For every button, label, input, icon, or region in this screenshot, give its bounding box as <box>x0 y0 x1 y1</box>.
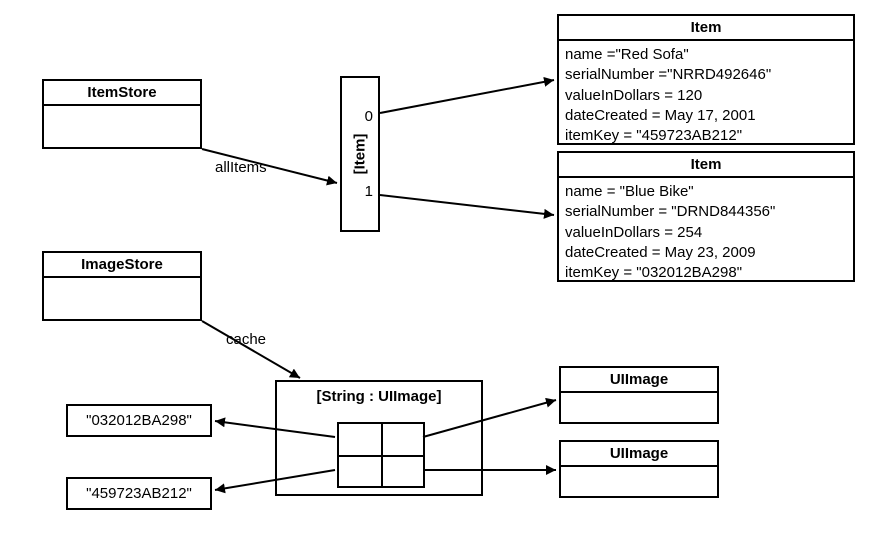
class-box-itemstore: ItemStore <box>42 79 202 149</box>
class-body <box>561 467 717 475</box>
key-box-0: "032012BA298" <box>66 404 212 437</box>
key-box-1: "459723AB212" <box>66 477 212 510</box>
array-label: [Item] <box>352 134 369 175</box>
prop-key: itemKey = "459723AB212" <box>565 126 847 146</box>
class-body <box>561 393 717 401</box>
arrow-array0-to-item0 <box>380 80 554 113</box>
class-box-uiimage-0: UIImage <box>559 366 719 424</box>
prop-date: dateCreated = May 17, 2001 <box>565 106 847 126</box>
class-title: ItemStore <box>44 81 200 106</box>
key-text: "032012BA298" <box>86 412 192 429</box>
diagram-stage: ItemStore ImageStore [Item] 0 1 Item nam… <box>0 0 880 535</box>
class-box-item-0: Item name ="Red Sofa" serialNumber ="NRR… <box>557 14 855 145</box>
array-index-1: 1 <box>365 183 373 200</box>
prop-key: itemKey = "032012BA298" <box>565 263 847 283</box>
array-index-0: 0 <box>365 108 373 125</box>
class-body: name = "Blue Bike" serialNumber = "DRND8… <box>559 178 853 287</box>
class-title: ImageStore <box>44 253 200 278</box>
edge-label-cache: cache <box>226 331 266 348</box>
prop-serial: serialNumber ="NRRD492646" <box>565 65 847 85</box>
class-box-item-1: Item name = "Blue Bike" serialNumber = "… <box>557 151 855 282</box>
prop-name: name ="Red Sofa" <box>565 45 847 65</box>
dict-box: [String : UIImage] <box>275 380 483 496</box>
class-body <box>44 278 200 286</box>
arrow-array1-to-item1 <box>380 195 554 215</box>
array-box-item: [Item] 0 1 <box>340 76 380 232</box>
key-text: "459723AB212" <box>86 485 192 502</box>
class-title: UIImage <box>561 442 717 467</box>
class-body: name ="Red Sofa" serialNumber ="NRRD4926… <box>559 41 853 150</box>
prop-value: valueInDollars = 120 <box>565 86 847 106</box>
dict-grid <box>337 422 425 488</box>
dict-grid-vline <box>381 424 383 486</box>
class-body <box>44 106 200 114</box>
class-box-imagestore: ImageStore <box>42 251 202 321</box>
class-box-uiimage-1: UIImage <box>559 440 719 498</box>
prop-serial: serialNumber = "DRND844356" <box>565 202 847 222</box>
edge-label-allitems: allItems <box>215 159 267 176</box>
prop-value: valueInDollars = 254 <box>565 223 847 243</box>
class-title: Item <box>559 153 853 178</box>
dict-title: [String : UIImage] <box>277 382 481 411</box>
prop-name: name = "Blue Bike" <box>565 182 847 202</box>
arrow-imagestore-to-dict <box>202 321 300 378</box>
class-title: Item <box>559 16 853 41</box>
prop-date: dateCreated = May 23, 2009 <box>565 243 847 263</box>
class-title: UIImage <box>561 368 717 393</box>
